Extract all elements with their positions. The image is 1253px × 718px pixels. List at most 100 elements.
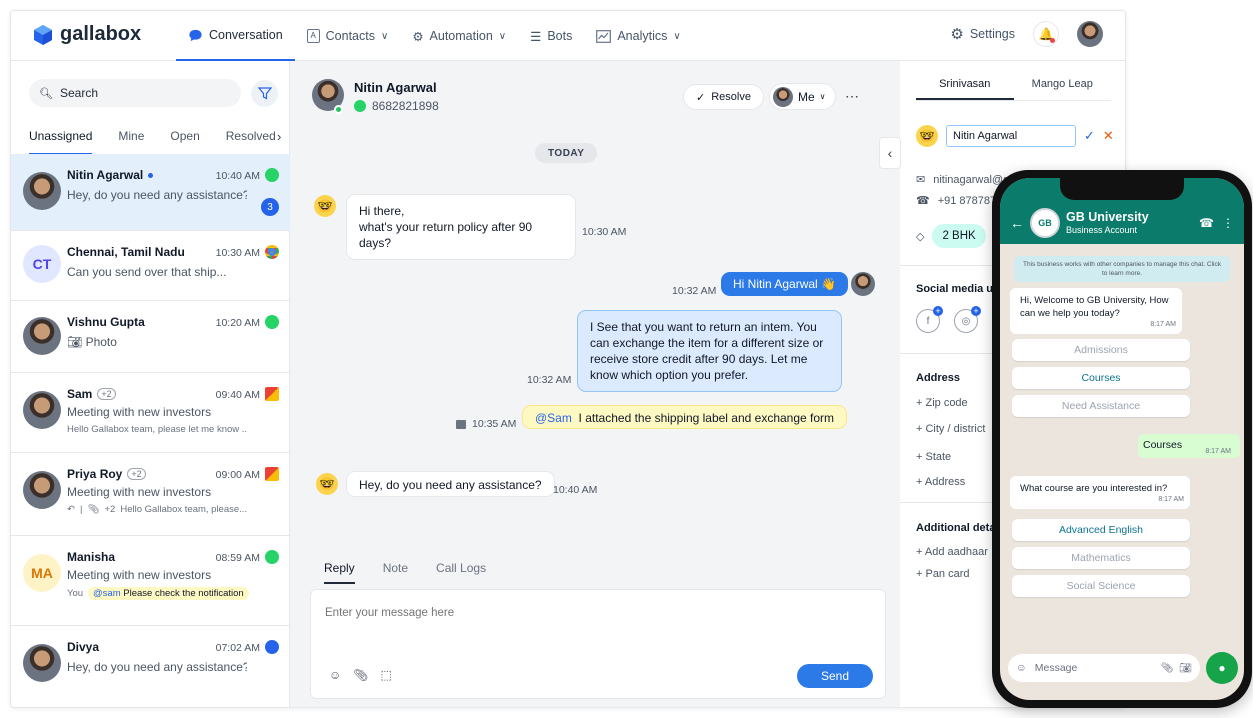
send-button[interactable]: Send (797, 664, 873, 688)
outgoing-message: I See that you want to return an intem. … (577, 310, 842, 392)
last-message: 📷︎ Photo (67, 335, 247, 349)
add-aadhaar-link[interactable]: + Add aadhaar (916, 546, 988, 558)
notifications-button[interactable]: 🔔 (1033, 21, 1059, 47)
nav-contacts[interactable]: A Contacts ∨ (295, 11, 401, 61)
back-arrow-icon[interactable]: ← (1010, 215, 1024, 231)
tab-unassigned[interactable]: Unassigned (29, 129, 93, 155)
contact-card-icon: A (306, 29, 320, 43)
quick-reply-option[interactable]: Advanced English (1012, 519, 1190, 541)
attachment-icon[interactable]: 📎︎ (353, 668, 368, 682)
add-pan-card-link[interactable]: + Pan card (916, 568, 970, 580)
microphone-icon[interactable]: ● (1206, 652, 1238, 684)
email-preview: Hello Gallabox team, please... (120, 504, 248, 515)
gear-icon: ⚙ (950, 26, 964, 43)
chat-panel: Nitin Agarwal 8682821898 ✓ Resolve Me ∨ … (290, 61, 900, 707)
add-state-link[interactable]: + State (916, 451, 951, 463)
contact-name: Nitin Agarwal (67, 168, 144, 182)
settings-button[interactable]: ⚙ Settings (950, 25, 1015, 43)
message-time: 10:40 AM (215, 170, 260, 182)
mention-handle: @sam (93, 588, 121, 599)
last-message: Meeting with new investors (67, 568, 212, 582)
nav-bots[interactable]: ☰ Bots (518, 11, 584, 61)
add-address-link[interactable]: + Address (916, 476, 965, 488)
contact-name-field[interactable] (946, 125, 1076, 147)
agent-avatar (851, 272, 875, 296)
emoji-icon[interactable]: ☺ (1016, 662, 1027, 674)
tab-resolved[interactable]: Resolved (226, 129, 276, 155)
tabs-scroll-right-icon[interactable]: › (277, 125, 289, 147)
tab-mango-leap[interactable]: Mango Leap (1014, 61, 1112, 100)
instagram-icon[interactable]: ◎ + (954, 306, 981, 333)
conversation-item[interactable]: MA Manisha Meeting with new investors Yo… (11, 536, 290, 626)
message-input[interactable] (325, 607, 825, 619)
quick-reply-option[interactable]: Social Science (1012, 575, 1190, 597)
nav-automation[interactable]: ⚙ Automation ∨ (400, 11, 518, 61)
tag-icon: ◇ (916, 230, 925, 243)
camera-icon[interactable]: 📷︎ (1179, 663, 1192, 674)
quick-reply-option[interactable]: Need Assistance (1012, 395, 1190, 417)
confirm-icon[interactable]: ✓ (1084, 128, 1095, 144)
sender-label: You (67, 588, 84, 599)
note-timestamp: 10:35 AM (456, 418, 516, 430)
address-heading: Address (916, 372, 961, 384)
tab-open[interactable]: Open (170, 129, 199, 155)
messenger-icon (265, 640, 279, 654)
assignee-dropdown[interactable]: Me ∨ (769, 83, 836, 110)
conversation-item[interactable]: Nitin Agarwal Hey, do you need any assis… (11, 154, 290, 231)
contact-avatar (23, 471, 61, 509)
conversation-item[interactable]: Sam +2 Meeting with new investors Hello G… (11, 373, 290, 453)
business-notice[interactable]: This business works with other companies… (1014, 256, 1230, 282)
incoming-message: What course are you interested in? 8:17 … (1010, 476, 1190, 509)
email-icon: ✉ (916, 174, 926, 186)
conversation-item[interactable]: Vishnu Gupta 📷︎ Photo 10:20 AM (11, 301, 290, 373)
nav-analytics[interactable]: Analytics ∨ (584, 11, 692, 61)
quick-reply-option[interactable]: Admissions (1012, 339, 1190, 361)
nav-conversation[interactable]: Conversation (176, 11, 295, 61)
quick-reply-option[interactable]: Courses (1012, 367, 1190, 389)
add-zip-code-link[interactable]: + Zip code (916, 397, 968, 409)
filter-button[interactable] (251, 80, 278, 107)
tab-mine[interactable]: Mine (118, 129, 144, 155)
facebook-icon[interactable]: f + (916, 306, 943, 333)
message-time: 09:00 AM (215, 469, 260, 481)
cancel-icon[interactable]: ✕ (1103, 128, 1114, 144)
chat-header: Nitin Agarwal 8682821898 ✓ Resolve Me ∨ … (290, 61, 900, 131)
template-icon[interactable]: ⬚ (381, 668, 392, 682)
attachment-icon[interactable]: 📎︎ (1161, 663, 1174, 674)
call-add-icon[interactable]: ☎ (1199, 216, 1214, 230)
reply-icon: ↶ (67, 504, 75, 515)
resolve-button[interactable]: ✓ Resolve (683, 84, 764, 110)
conversation-sidebar: 🔍︎ Search Unassigned Mine Open Resolved … (11, 61, 290, 707)
user-avatar[interactable] (1077, 21, 1103, 47)
tab-srinivasan[interactable]: Srinivasan (916, 61, 1014, 100)
conversation-item[interactable]: Divya Hey, do you need any assistance? 0… (11, 626, 290, 703)
message-text: Courses (1143, 439, 1183, 451)
camera-icon: 📷︎ (67, 335, 86, 349)
last-message: Hey, do you need any assistance? (67, 188, 247, 202)
conversation-item[interactable]: Priya Roy +2 Meeting with new investors ↶… (11, 453, 290, 536)
tab-note[interactable]: Note (383, 561, 408, 584)
collapse-panel-icon[interactable]: ‹ (879, 137, 901, 169)
top-navbar: gallabox Conversation A Contacts ∨ ⚙ Aut… (11, 11, 1125, 61)
contact-tag[interactable]: 2 BHK (932, 224, 986, 248)
whatsapp-icon (265, 550, 279, 564)
emoji-icon[interactable]: ☺ (329, 668, 341, 682)
participants-count: +2 (127, 468, 146, 480)
more-options-icon[interactable]: ⋯ (845, 88, 860, 105)
tab-reply[interactable]: Reply (324, 561, 355, 584)
main-nav: Conversation A Contacts ∨ ⚙ Automation ∨… (176, 11, 693, 61)
last-message: Can you send over that ship... (67, 265, 227, 279)
message-time: 10:35 AM (472, 418, 517, 430)
nav-label: Bots (547, 29, 573, 43)
conversation-item[interactable]: CT Chennai, Tamil Nadu Can you send over… (11, 231, 290, 301)
tab-call-logs[interactable]: Call Logs (436, 561, 486, 584)
search-input[interactable]: 🔍︎ Search (29, 79, 241, 107)
add-city-link[interactable]: + City / district (916, 423, 985, 435)
quick-reply-option[interactable]: Mathematics (1012, 547, 1190, 569)
whatsapp-message-input[interactable]: ☺ Message 📎︎ 📷︎ (1008, 654, 1200, 682)
social-media-heading: Social media u (916, 283, 994, 295)
contact-name: Chennai, Tamil Nadu (67, 245, 185, 259)
menu-dots-icon[interactable]: ⋮ (1222, 216, 1234, 230)
gallabox-logo[interactable]: gallabox (33, 23, 141, 46)
note-icon (456, 419, 466, 429)
